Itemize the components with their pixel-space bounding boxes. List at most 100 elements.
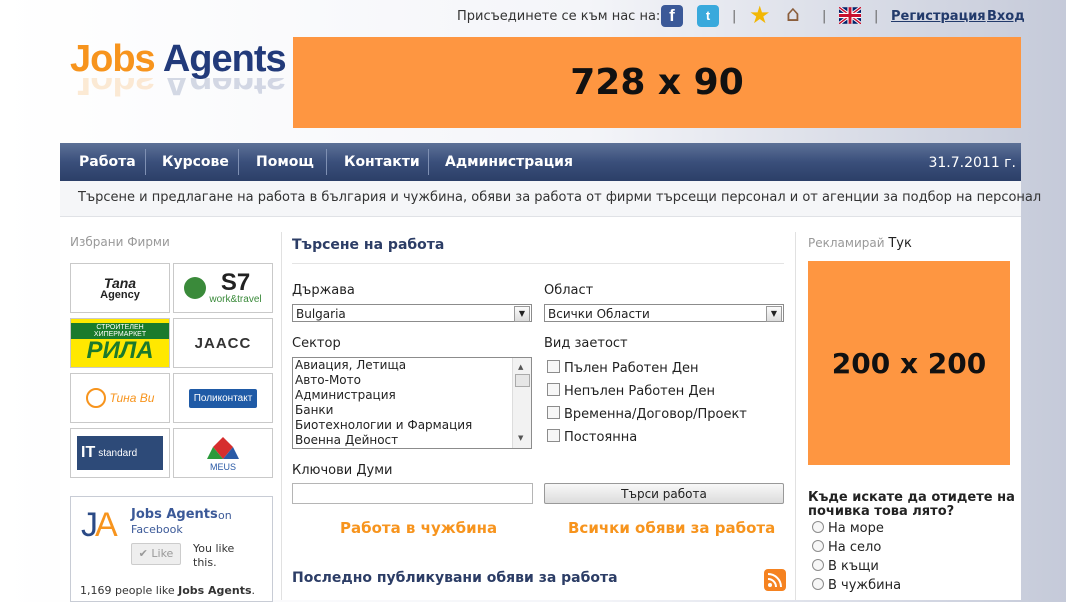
employment-option-label: Временна/Договор/Проект: [564, 407, 747, 422]
home-icon[interactable]: ⌂: [786, 2, 800, 27]
employment-option-label: Постоянна: [564, 430, 638, 445]
sector-option[interactable]: Авиация, Летища: [293, 358, 531, 373]
company-logo-s7[interactable]: S7 work&travel: [173, 263, 273, 313]
thumbs-up-icon: ✔: [138, 547, 148, 560]
search-jobs-button[interactable]: Търси работа: [544, 483, 784, 504]
rss-icon[interactable]: [764, 569, 786, 591]
checkbox[interactable]: [547, 406, 560, 419]
jobs-agents-fb-avatar[interactable]: JA: [81, 508, 118, 542]
nav-item-administration[interactable]: Администрация: [445, 143, 573, 181]
country-select[interactable]: Bulgaria ▼: [292, 304, 532, 322]
globe-icon: [184, 277, 207, 299]
employment-option-temporary[interactable]: Временна/Договор/Проект: [547, 406, 747, 422]
poll-option-label: На село: [828, 540, 882, 555]
separator: |: [732, 9, 737, 24]
sector-option[interactable]: Биотехнологии и Фармация: [293, 418, 531, 433]
keywords-input[interactable]: [292, 483, 533, 504]
advertise-prefix: Рекламирай: [808, 236, 885, 250]
sector-option[interactable]: Авто-Мото: [293, 373, 531, 388]
facebook-icon[interactable]: f: [661, 5, 683, 27]
sector-option[interactable]: Администрация: [293, 388, 531, 403]
facebook-likes-count: 1,169 people like Jobs Agents.: [80, 584, 255, 597]
poll-option-village[interactable]: На село: [812, 540, 881, 555]
company-logo-rila[interactable]: СТРОИТЕЛЕН ХИПЕРМАРКЕТ РИЛА: [70, 318, 170, 368]
company-logo-text: Tana: [103, 274, 137, 291]
company-logo-text: work&travel: [209, 294, 262, 305]
nav-divider: [326, 149, 327, 175]
country-select-value: Bulgaria: [296, 307, 346, 321]
employment-option-permanent[interactable]: Постоянна: [547, 429, 637, 445]
star-icon[interactable]: ★: [749, 1, 771, 29]
radio-button[interactable]: [812, 540, 824, 552]
checkbox[interactable]: [547, 383, 560, 396]
side-ad-banner[interactable]: 200 x 200: [808, 261, 1010, 465]
logo-part-jobs: Jobs: [70, 38, 156, 80]
nav-divider: [428, 149, 429, 175]
nav-item-work[interactable]: Работа: [79, 143, 136, 181]
company-logo-polikontakt[interactable]: Поликонтакт: [173, 373, 273, 423]
site-logo[interactable]: Jobs Agents: [70, 38, 287, 80]
facebook-like-button[interactable]: ✔ Like: [131, 543, 181, 565]
employment-type-label: Вид заетост: [544, 336, 628, 351]
sector-option[interactable]: Банки: [293, 403, 531, 418]
nav-item-courses[interactable]: Курсове: [162, 143, 229, 181]
company-logo-text: Поликонтакт: [188, 388, 258, 408]
scroll-thumb[interactable]: [515, 374, 530, 387]
checkbox[interactable]: [547, 429, 560, 442]
company-logo-meus[interactable]: MEUS: [173, 428, 273, 478]
facebook-page-name[interactable]: Jobs Agents: [131, 507, 218, 522]
job-search-title: Търсене на работа: [292, 237, 445, 253]
company-logo-text: MEUS: [209, 461, 236, 472]
register-link[interactable]: Регистрация: [891, 9, 986, 24]
poll-option-abroad[interactable]: В чужбина: [812, 578, 901, 593]
nav-item-contacts[interactable]: Контакти: [344, 143, 420, 181]
region-select[interactable]: Всички Области ▼: [544, 304, 784, 322]
likes-count-suffix: .: [251, 584, 256, 597]
company-logo-text: standard: [98, 447, 138, 459]
meus-logo-icon: [207, 436, 239, 459]
facebook-site-label: Facebook: [131, 523, 183, 536]
radio-button[interactable]: [812, 521, 824, 533]
login-link[interactable]: Вход: [987, 9, 1025, 24]
poll-option-label: В къщи: [828, 559, 879, 574]
top-ad-banner[interactable]: 728 x 90: [293, 37, 1021, 128]
poll-question: Къде искате да отидете на почивка това л…: [808, 490, 1015, 519]
employment-option-label: Пълен Работен Ден: [564, 361, 699, 376]
nav-item-help[interactable]: Помощ: [256, 143, 314, 181]
sector-option[interactable]: Военна Дейност: [293, 433, 531, 448]
company-logo-tana-agency[interactable]: Tana Agency: [70, 263, 170, 313]
poll-option-label: В чужбина: [828, 578, 902, 593]
employment-option-part-time[interactable]: Непълен Работен Ден: [547, 383, 715, 399]
like-button-label: Like: [151, 547, 174, 560]
scroll-up-icon[interactable]: ▲: [516, 360, 523, 375]
scroll-down-icon[interactable]: ▼: [516, 431, 523, 446]
chevron-down-icon: ▼: [514, 306, 530, 322]
jobs-abroad-link[interactable]: Работа в чужбина: [340, 519, 497, 537]
company-logo-jaacc[interactable]: JAACC: [173, 318, 273, 368]
sector-scrollbar[interactable]: ▲ ▼: [512, 358, 531, 448]
company-logo-text: JAACC: [194, 334, 252, 352]
advertise-here-label: Рекламирай Тук: [808, 236, 912, 251]
twitter-icon[interactable]: t: [697, 5, 719, 27]
radio-button[interactable]: [812, 559, 824, 571]
company-logo-text: Agency: [100, 288, 140, 301]
company-logo-tina-vi[interactable]: Тина Ви: [70, 373, 170, 423]
person-icon: [85, 388, 106, 408]
current-date: 31.7.2011 г.: [928, 155, 1016, 171]
uk-flag-icon[interactable]: [838, 5, 862, 26]
poll-option-home[interactable]: В къщи: [812, 559, 879, 574]
company-logo-it-standard[interactable]: IT standard: [70, 428, 170, 478]
all-jobs-link[interactable]: Всички обяви за работа: [568, 519, 775, 537]
radio-button[interactable]: [812, 578, 824, 590]
advertise-here-link[interactable]: Тук: [888, 236, 912, 251]
column-divider: [281, 232, 282, 600]
separator: |: [874, 9, 879, 24]
company-logo-text: S7: [220, 269, 251, 296]
employment-option-full-time[interactable]: Пълен Работен Ден: [547, 360, 699, 376]
poll-option-sea[interactable]: На море: [812, 521, 884, 536]
checkbox[interactable]: [547, 360, 560, 373]
featured-companies-title: Избрани Фирми: [70, 235, 170, 249]
sector-listbox[interactable]: Авиация, Летища Авто-Мото Администрация …: [292, 357, 532, 449]
poll-option-label: На море: [828, 521, 884, 536]
nav-divider: [238, 149, 239, 175]
